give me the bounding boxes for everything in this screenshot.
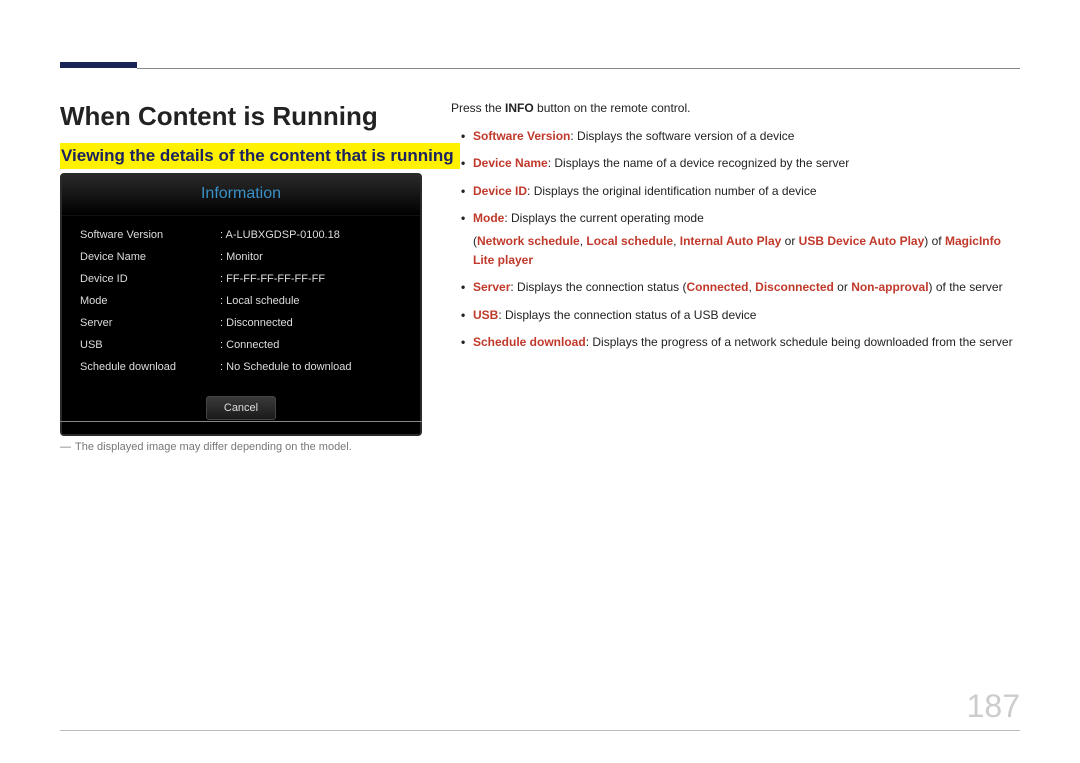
info-row-mode: Mode Local schedule [80,290,402,312]
bullet-key: Schedule download [473,335,586,349]
section-subheading: Viewing the details of the content that … [60,143,460,169]
comma: , [673,234,680,248]
info-row-device-name: Device Name Monitor [80,246,402,268]
footnote: ― The displayed image may differ dependin… [60,441,352,453]
information-panel: Information Software Version A-LUBXGDSP-… [60,173,422,436]
bullet-text: : Displays the current operating mode [504,211,703,225]
header-rule [137,68,1020,69]
of-text: ) of [924,234,945,248]
mode-usb-auto-play: USB Device Auto Play [799,234,925,248]
server-connected: Connected [686,280,748,294]
bullet-mode-detail: (Network schedule, Local schedule, Inter… [451,232,1020,270]
bullet-key: Software Version [473,129,570,143]
intro-pre: Press the [451,101,505,115]
mode-network-schedule: Network schedule [477,234,580,248]
header-accent-bar [60,62,137,68]
info-row-device-id: Device ID FF-FF-FF-FF-FF-FF [80,268,402,290]
info-label: Device Name [80,251,220,263]
server-post: ) of the server [929,280,1003,294]
bullet-schedule-download: Schedule download: Displays the progress… [451,333,1020,352]
mode-internal-auto-play: Internal Auto Play [680,234,782,248]
page-title: When Content is Running [60,101,378,132]
info-value: Monitor [220,251,263,263]
info-label: Server [80,317,220,329]
info-value: A-LUBXGDSP-0100.18 [220,229,340,241]
info-value: Disconnected [220,317,293,329]
info-label: Mode [80,295,220,307]
information-panel-title: Information [62,175,420,216]
panel-divider [60,421,422,422]
bullet-mode: Mode: Displays the current operating mod… [451,209,1020,228]
bullet-key: Device ID [473,184,527,198]
bullet-text: : Displays the connection status of a US… [498,308,756,322]
info-label: Schedule download [80,361,220,373]
bullet-key: Device Name [473,156,548,170]
intro-post: button on the remote control. [534,101,691,115]
page-number: 187 [967,688,1020,725]
mode-local-schedule: Local schedule [586,234,673,248]
bullet-text: : Displays the original identification n… [527,184,817,198]
or-text: or [834,280,851,294]
info-row-server: Server Disconnected [80,312,402,334]
info-row-schedule-download: Schedule download No Schedule to downloa… [80,356,402,378]
bullet-device-id: Device ID: Displays the original identif… [451,182,1020,201]
footer-rule [60,730,1020,731]
info-label: Device ID [80,273,220,285]
footnote-dash-icon: ― [60,441,71,453]
bullet-device-name: Device Name: Displays the name of a devi… [451,154,1020,173]
info-row-software-version: Software Version A-LUBXGDSP-0100.18 [80,224,402,246]
bullet-software-version: Software Version: Displays the software … [451,127,1020,146]
info-value: No Schedule to download [220,361,352,373]
bullet-key: Mode [473,211,504,225]
info-label: Software Version [80,229,220,241]
information-panel-footer: Cancel [62,390,420,434]
bullet-usb: USB: Displays the connection status of a… [451,306,1020,325]
intro-info-bold: INFO [505,101,534,115]
bullet-key: USB [473,308,498,322]
server-disconnected: Disconnected [755,280,834,294]
footnote-text: The displayed image may differ depending… [75,441,352,453]
bullet-key: Server [473,280,510,294]
info-row-usb: USB Connected [80,334,402,356]
info-value: FF-FF-FF-FF-FF-FF [220,273,325,285]
cancel-button[interactable]: Cancel [206,396,276,420]
info-value: Local schedule [220,295,300,307]
bullet-text: : Displays the software version of a dev… [570,129,794,143]
description-column: Press the INFO button on the remote cont… [451,99,1020,360]
server-non-approval: Non-approval [851,280,928,294]
bullet-server: Server: Displays the connection status (… [451,278,1020,297]
or-text: or [781,234,798,248]
bullet-text: : Displays the progress of a network sch… [586,335,1013,349]
info-label: USB [80,339,220,351]
intro-text: Press the INFO button on the remote cont… [451,99,1020,118]
info-value: Connected [220,339,279,351]
server-pre: : Displays the connection status ( [510,280,686,294]
bullet-text: : Displays the name of a device recogniz… [548,156,850,170]
information-panel-body: Software Version A-LUBXGDSP-0100.18 Devi… [62,216,420,390]
